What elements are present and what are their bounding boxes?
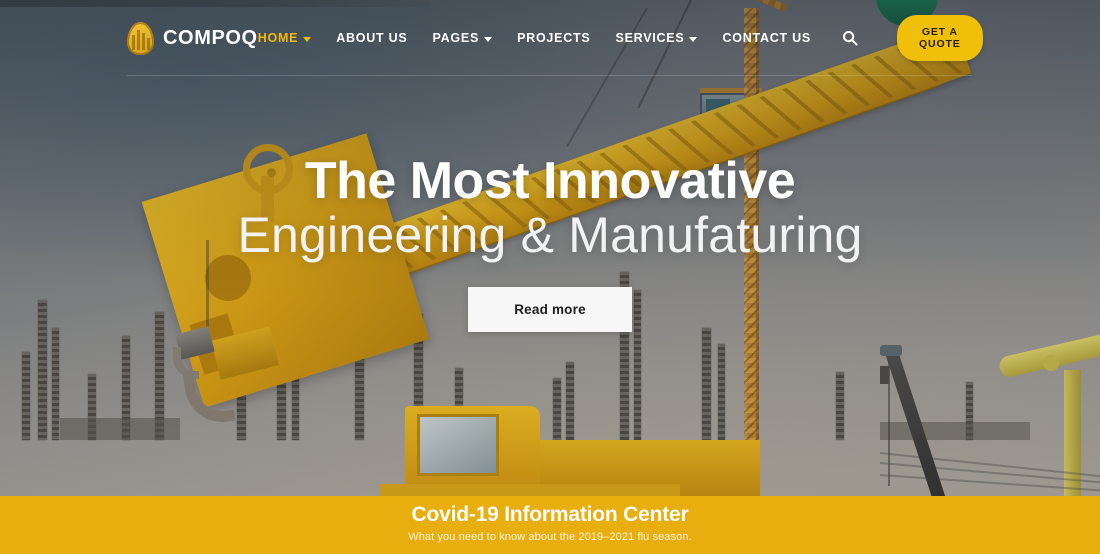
nav-item-pages[interactable]: PAGES <box>433 31 493 45</box>
nav-item-projects[interactable]: PROJECTS <box>517 31 590 45</box>
nav-item-services[interactable]: SERVICES <box>615 31 698 45</box>
hero-content: The Most Innovative Engineering & Manufa… <box>0 152 1100 332</box>
hero-subtitle: Engineering & Manufaturing <box>237 206 863 263</box>
chevron-down-icon <box>689 36 698 42</box>
nav-label-contact-us: CONTACT US <box>722 31 811 45</box>
nav-label-services: SERVICES <box>615 31 685 45</box>
search-icon[interactable] <box>842 30 858 46</box>
nav-label-projects: PROJECTS <box>517 31 591 45</box>
nav-item-about-us[interactable]: ABOUT US <box>336 31 407 45</box>
read-more-button[interactable]: Read more <box>468 286 632 332</box>
hero-title: The Most Innovative <box>304 152 796 210</box>
brand-logo[interactable]: COMPOQ <box>127 21 258 55</box>
nav-label-about-us: ABOUT US <box>336 31 408 45</box>
nav-label-pages: PAGES <box>432 31 480 45</box>
search-glyph <box>843 31 858 46</box>
nav-item-home[interactable]: HOME <box>258 31 312 45</box>
nav-label-home: HOME <box>257 31 299 45</box>
covid-info-banner[interactable]: Covid-19 Information Center What you nee… <box>0 496 1100 554</box>
chevron-down-icon <box>303 36 312 42</box>
covid-banner-subtitle: What you need to know about the 2019–202… <box>408 531 692 543</box>
nav-item-contact-us[interactable]: CONTACT US <box>722 31 811 45</box>
brand-name: COMPOQ <box>163 26 258 49</box>
get-a-quote-button[interactable]: GET A QUOTE <box>897 15 983 61</box>
covid-banner-title: Covid-19 Information Center <box>411 503 689 526</box>
landing-page: COMPOQ HOME ABOUT US PAGES PROJECTS SERV… <box>0 0 1100 554</box>
building-columns-shield-icon <box>127 21 154 55</box>
main-navigation: HOME ABOUT US PAGES PROJECTS SERVICES CO… <box>258 15 983 61</box>
site-header: COMPOQ HOME ABOUT US PAGES PROJECTS SERV… <box>0 0 1100 82</box>
chevron-down-icon <box>484 36 493 42</box>
